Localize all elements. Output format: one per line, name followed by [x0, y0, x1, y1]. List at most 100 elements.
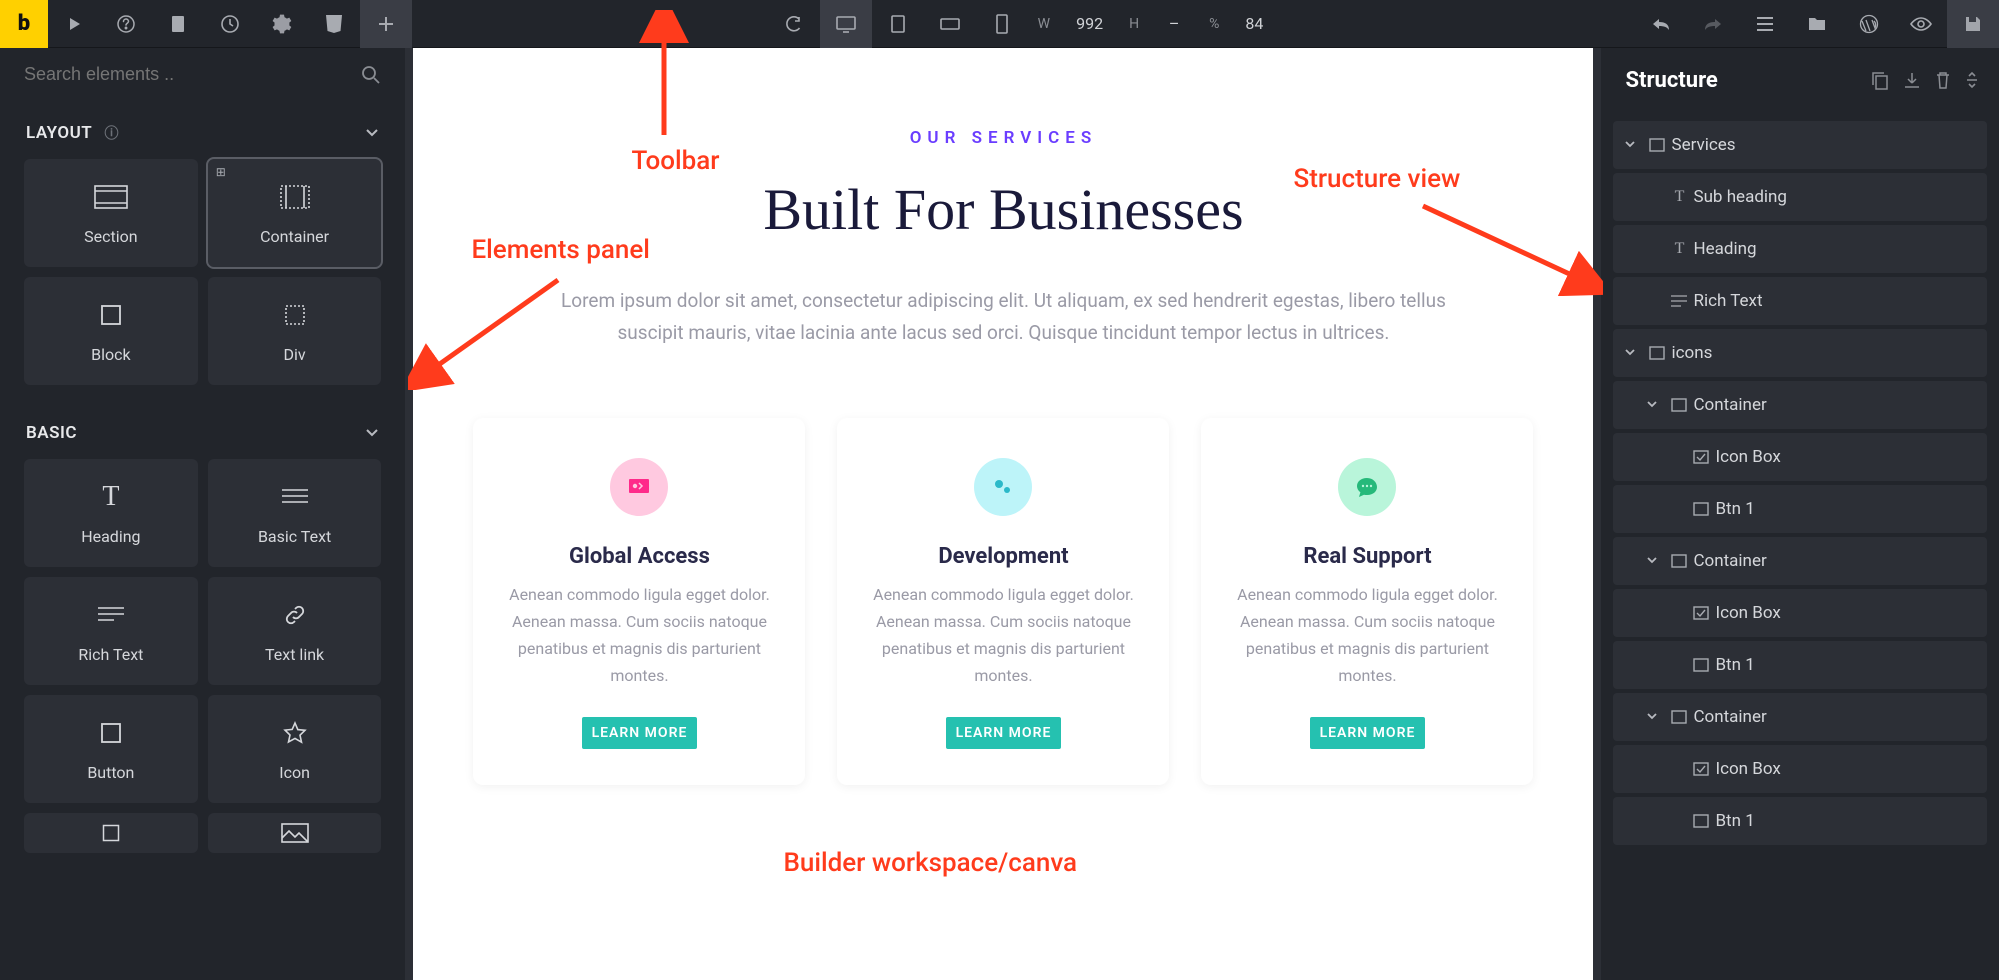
tree-row[interactable]: Container: [1613, 381, 1987, 429]
annotation-workspace: Builder workspace/canva: [783, 848, 1077, 878]
chevron-down-icon: [1625, 141, 1643, 149]
tree-type-icon: [1687, 658, 1715, 672]
element-rich-text[interactable]: Rich Text: [24, 577, 198, 685]
tree-type-icon: [1665, 554, 1693, 568]
chevron-down-icon: [1647, 557, 1665, 565]
preview-icon[interactable]: [1895, 0, 1947, 48]
rich-text-icon: [97, 599, 125, 631]
feature-card[interactable]: Real Support Aenean commodo ligula egget…: [1201, 418, 1533, 786]
folder-icon[interactable]: [1791, 0, 1843, 48]
tree-row[interactable]: Btn 1: [1613, 641, 1987, 689]
wordpress-icon[interactable]: [1843, 0, 1895, 48]
download-icon[interactable]: [1903, 71, 1921, 91]
element-text-link[interactable]: Text link: [208, 577, 382, 685]
canvas[interactable]: OUR SERVICES Built For Businesses Lorem …: [413, 48, 1593, 980]
play-icon[interactable]: [48, 0, 100, 48]
tree-row[interactable]: Icon Box: [1613, 589, 1987, 637]
clock-icon[interactable]: [204, 0, 256, 48]
bookmark-icon[interactable]: [152, 0, 204, 48]
layout-section-header[interactable]: LAYOUT ⓘ: [0, 101, 405, 159]
tablet-landscape-icon[interactable]: [924, 0, 976, 48]
tree-row[interactable]: Btn 1: [1613, 485, 1987, 533]
element-more-1[interactable]: [24, 813, 198, 853]
gear-icon[interactable]: [256, 0, 308, 48]
basic-section-header[interactable]: BASIC: [0, 401, 405, 459]
element-more-2[interactable]: [208, 813, 382, 853]
div-icon: [283, 299, 307, 331]
elements-panel: LAYOUT ⓘ Section ⊞ Container Block Div: [0, 48, 405, 980]
height-value[interactable]: –: [1149, 14, 1199, 33]
expand-icon[interactable]: [1965, 71, 1979, 91]
learn-more-button[interactable]: LEARN MORE: [582, 717, 698, 749]
tree-row[interactable]: Icon Box: [1613, 433, 1987, 481]
tree-row[interactable]: Services: [1613, 121, 1987, 169]
help-icon[interactable]: [100, 0, 152, 48]
feature-card[interactable]: Development Aenean commodo ligula egget …: [837, 418, 1169, 786]
element-button[interactable]: Button: [24, 695, 198, 803]
desktop-icon[interactable]: [820, 0, 872, 48]
tree-row[interactable]: TSub heading: [1613, 173, 1987, 221]
card-title: Real Support: [1233, 544, 1501, 569]
delete-icon[interactable]: [1935, 71, 1951, 91]
learn-more-button[interactable]: LEARN MORE: [946, 717, 1062, 749]
tree-row[interactable]: Container: [1613, 693, 1987, 741]
toolbar-actions: [1635, 0, 1999, 48]
add-element-button[interactable]: [360, 0, 412, 48]
tree-row[interactable]: Icon Box: [1613, 745, 1987, 793]
search-input[interactable]: [24, 64, 361, 85]
tree-label: Icon Box: [1715, 759, 1780, 779]
layout-title: LAYOUT: [26, 123, 92, 143]
tree-label: Container: [1693, 707, 1766, 727]
canvas-subheading[interactable]: OUR SERVICES: [473, 128, 1533, 148]
structure-tree: ServicesTSub headingTHeadingRich Textico…: [1601, 113, 1999, 857]
chevron-down-icon: [1647, 713, 1665, 721]
tree-row[interactable]: Rich Text: [1613, 277, 1987, 325]
element-basic-text[interactable]: Basic Text: [208, 459, 382, 567]
tree-row[interactable]: icons: [1613, 329, 1987, 377]
learn-more-button[interactable]: LEARN MORE: [1310, 717, 1426, 749]
refresh-icon[interactable]: [768, 0, 820, 48]
canvas-richtext[interactable]: Lorem ipsum dolor sit amet, consectetur …: [553, 285, 1453, 350]
tree-type-icon: [1665, 398, 1693, 412]
list-icon[interactable]: [1739, 0, 1791, 48]
container-icon: [280, 181, 310, 213]
element-block[interactable]: Block: [24, 277, 198, 385]
tree-row[interactable]: Btn 1: [1613, 797, 1987, 845]
tree-type-icon: [1687, 762, 1715, 776]
element-container[interactable]: ⊞ Container: [208, 159, 382, 267]
card-desc: Aenean commodo ligula egget dolor. Aenea…: [1233, 581, 1501, 690]
element-div[interactable]: Div: [208, 277, 382, 385]
logo[interactable]: b: [0, 0, 48, 48]
undo-icon[interactable]: [1635, 0, 1687, 48]
save-button[interactable]: [1947, 0, 1999, 48]
star-icon: [283, 717, 307, 749]
tree-row[interactable]: Container: [1613, 537, 1987, 585]
tree-label: Container: [1693, 395, 1766, 415]
tablet-portrait-icon[interactable]: [872, 0, 924, 48]
tree-label: Btn 1: [1715, 811, 1754, 831]
toolbar: b W 992 H – % 84: [0, 0, 1999, 48]
tree-type-icon: [1687, 606, 1715, 620]
css-icon[interactable]: [308, 0, 360, 48]
structure-panel: Structure ServicesTSub headingTHeadingRi…: [1601, 48, 1999, 980]
zoom-value[interactable]: 84: [1229, 14, 1279, 33]
mobile-icon[interactable]: [976, 0, 1028, 48]
redo-icon[interactable]: [1687, 0, 1739, 48]
cards-row: Global Access Aenean commodo ligula egge…: [473, 418, 1533, 786]
basic-text-icon: [281, 481, 309, 513]
element-section[interactable]: Section: [24, 159, 198, 267]
card-title: Development: [869, 544, 1137, 569]
element-icon[interactable]: Icon: [208, 695, 382, 803]
feature-card[interactable]: Global Access Aenean commodo ligula egge…: [473, 418, 805, 786]
width-label: W: [1028, 16, 1060, 32]
canvas-heading[interactable]: Built For Businesses: [473, 176, 1533, 243]
zoom-label: %: [1199, 16, 1229, 32]
copy-icon[interactable]: [1871, 71, 1889, 91]
tree-row[interactable]: THeading: [1613, 225, 1987, 273]
tree-type-icon: [1643, 346, 1671, 360]
viewport-controls: W 992 H – % 84: [768, 0, 1280, 48]
width-value[interactable]: 992: [1060, 14, 1119, 33]
element-heading[interactable]: T Heading: [24, 459, 198, 567]
link-icon: [284, 599, 306, 631]
search-icon[interactable]: [361, 65, 381, 85]
